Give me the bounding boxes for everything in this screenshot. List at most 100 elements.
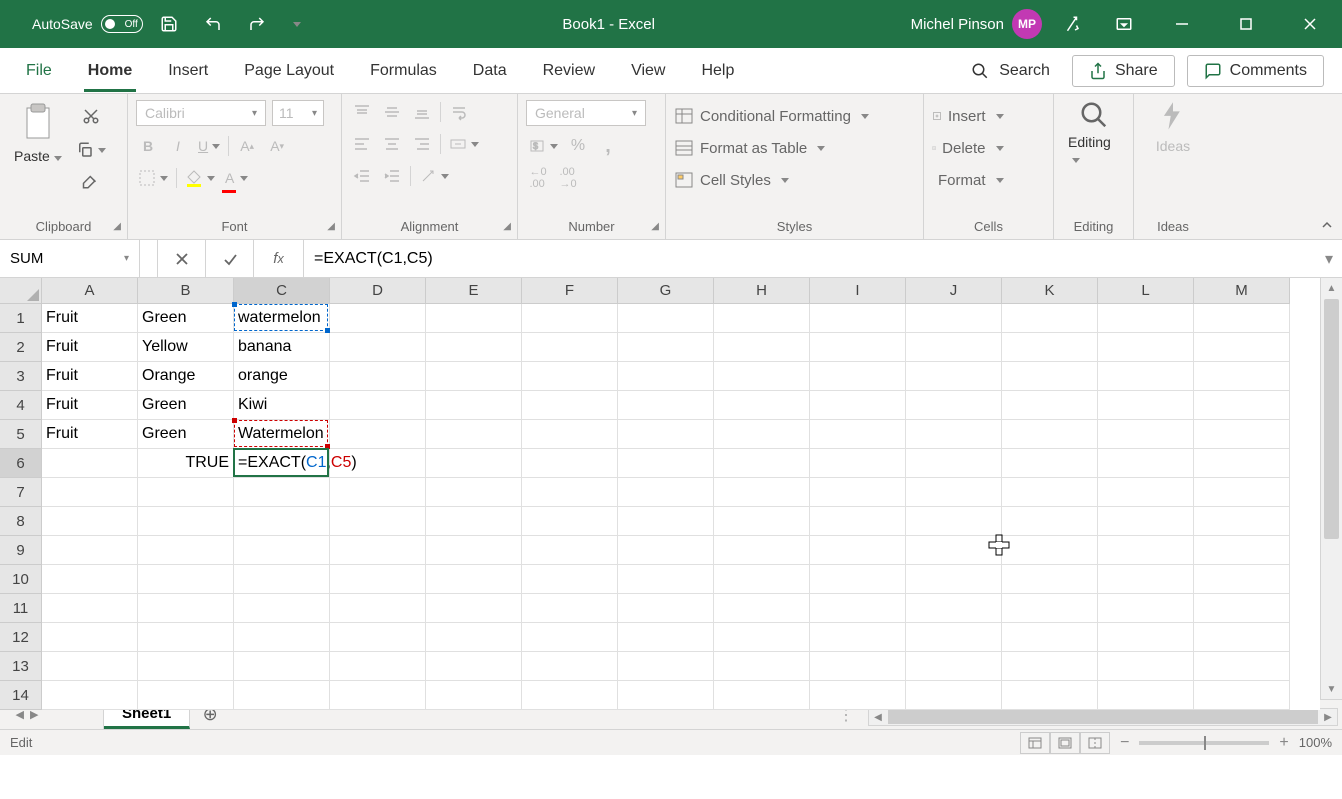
font-dialog[interactable]: ◢	[327, 221, 335, 232]
cell-L8[interactable]	[1098, 507, 1194, 536]
cell-M8[interactable]	[1194, 507, 1290, 536]
cut-icon[interactable]	[74, 104, 108, 128]
cell-J7[interactable]	[906, 478, 1002, 507]
cell-G14[interactable]	[618, 681, 714, 710]
cell-A7[interactable]	[42, 478, 138, 507]
cell-F1[interactable]	[522, 304, 618, 333]
increase-font-icon[interactable]: A▴	[235, 134, 259, 158]
cell-I14[interactable]	[810, 681, 906, 710]
qat-customize[interactable]	[283, 6, 307, 42]
row-header[interactable]: 7	[0, 478, 42, 507]
cell-B6[interactable]: TRUE	[138, 449, 234, 478]
cell-D5[interactable]	[330, 420, 426, 449]
cell-A4[interactable]: Fruit	[42, 391, 138, 420]
horizontal-scrollbar[interactable]: ◀ ▶	[868, 708, 1338, 726]
column-header[interactable]: A	[42, 278, 138, 304]
cell-E2[interactable]	[426, 333, 522, 362]
cell-F7[interactable]	[522, 478, 618, 507]
cell-I13[interactable]	[810, 652, 906, 681]
cell-F2[interactable]	[522, 333, 618, 362]
cell-C11[interactable]	[234, 594, 330, 623]
increase-indent-icon[interactable]	[380, 164, 404, 188]
cells-delete-button[interactable]: Delete	[932, 134, 1004, 162]
cell-A9[interactable]	[42, 536, 138, 565]
cell-M3[interactable]	[1194, 362, 1290, 391]
number-dialog[interactable]: ◢	[651, 221, 659, 232]
cell-E6[interactable]	[426, 449, 522, 478]
cell-K10[interactable]	[1002, 565, 1098, 594]
cell-L2[interactable]	[1098, 333, 1194, 362]
cell-K14[interactable]	[1002, 681, 1098, 710]
cell-F6[interactable]	[522, 449, 618, 478]
cell-K12[interactable]	[1002, 623, 1098, 652]
cell-J13[interactable]	[906, 652, 1002, 681]
comma-icon[interactable]: ,	[596, 134, 620, 158]
collapse-ribbon-icon[interactable]	[1312, 94, 1342, 239]
cell-L1[interactable]	[1098, 304, 1194, 333]
minimize-button[interactable]	[1154, 0, 1210, 48]
column-header[interactable]: L	[1098, 278, 1194, 304]
cell-I11[interactable]	[810, 594, 906, 623]
row-header[interactable]: 9	[0, 536, 42, 565]
row-header[interactable]: 14	[0, 681, 42, 710]
coming-soon-icon[interactable]	[1050, 6, 1094, 42]
cell-D7[interactable]	[330, 478, 426, 507]
orientation-button[interactable]	[417, 164, 451, 188]
cell-J1[interactable]	[906, 304, 1002, 333]
ribbon-display-icon[interactable]	[1102, 6, 1146, 42]
cell-C6[interactable]: =EXACT(C1,C5)	[234, 449, 330, 478]
cell-J8[interactable]	[906, 507, 1002, 536]
italic-button[interactable]: I	[166, 134, 190, 158]
cell-K4[interactable]	[1002, 391, 1098, 420]
cell-G13[interactable]	[618, 652, 714, 681]
cell-L5[interactable]	[1098, 420, 1194, 449]
cell-M7[interactable]	[1194, 478, 1290, 507]
decrease-indent-icon[interactable]	[350, 164, 374, 188]
cell-H1[interactable]	[714, 304, 810, 333]
cell-A3[interactable]: Fruit	[42, 362, 138, 391]
cell-D10[interactable]	[330, 565, 426, 594]
hscroll-thumb[interactable]	[888, 710, 1318, 724]
column-header[interactable]: M	[1194, 278, 1290, 304]
cell-H13[interactable]	[714, 652, 810, 681]
autosave-toggle[interactable]: AutoSave Off	[32, 15, 143, 33]
cell-B10[interactable]	[138, 565, 234, 594]
cells-format-button[interactable]: Format	[932, 166, 1004, 194]
cell-D11[interactable]	[330, 594, 426, 623]
number-format-select[interactable]: General▾	[526, 100, 646, 126]
zoom-level[interactable]: 100%	[1299, 735, 1332, 750]
scroll-thumb[interactable]	[1324, 299, 1339, 539]
cell-J4[interactable]	[906, 391, 1002, 420]
cell-L12[interactable]	[1098, 623, 1194, 652]
cell-A6[interactable]	[42, 449, 138, 478]
clipboard-dialog[interactable]: ◢	[113, 221, 121, 232]
cell-K7[interactable]	[1002, 478, 1098, 507]
row-header[interactable]: 11	[0, 594, 42, 623]
cell-H4[interactable]	[714, 391, 810, 420]
cell-A11[interactable]	[42, 594, 138, 623]
cell-G12[interactable]	[618, 623, 714, 652]
cell-K8[interactable]	[1002, 507, 1098, 536]
cell-L11[interactable]	[1098, 594, 1194, 623]
cell-B11[interactable]	[138, 594, 234, 623]
cell-F11[interactable]	[522, 594, 618, 623]
cell-M6[interactable]	[1194, 449, 1290, 478]
cell-F10[interactable]	[522, 565, 618, 594]
cell-I2[interactable]	[810, 333, 906, 362]
align-right-icon[interactable]	[410, 132, 434, 156]
column-header[interactable]: C	[234, 278, 330, 304]
scroll-down-icon[interactable]: ▼	[1321, 679, 1342, 699]
cell-C4[interactable]: Kiwi	[234, 391, 330, 420]
cell-M14[interactable]	[1194, 681, 1290, 710]
cell-F3[interactable]	[522, 362, 618, 391]
cell-J3[interactable]	[906, 362, 1002, 391]
view-page-break-icon[interactable]	[1080, 732, 1110, 754]
align-center-icon[interactable]	[380, 132, 404, 156]
formula-enter-icon[interactable]	[206, 240, 254, 277]
cell-C12[interactable]	[234, 623, 330, 652]
cell-E7[interactable]	[426, 478, 522, 507]
cell-E5[interactable]	[426, 420, 522, 449]
column-header[interactable]: H	[714, 278, 810, 304]
row-header[interactable]: 4	[0, 391, 42, 420]
cell-E1[interactable]	[426, 304, 522, 333]
